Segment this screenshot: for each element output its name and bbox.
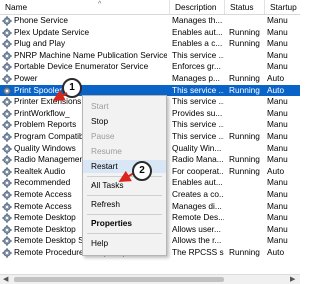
step-badge-2: 2: [132, 161, 152, 181]
callout-arrows: [52, 89, 135, 183]
services-window: Name ^ Description Status Startup Phone …: [0, 0, 300, 284]
arrow-to-print-spooler: [52, 89, 68, 101]
